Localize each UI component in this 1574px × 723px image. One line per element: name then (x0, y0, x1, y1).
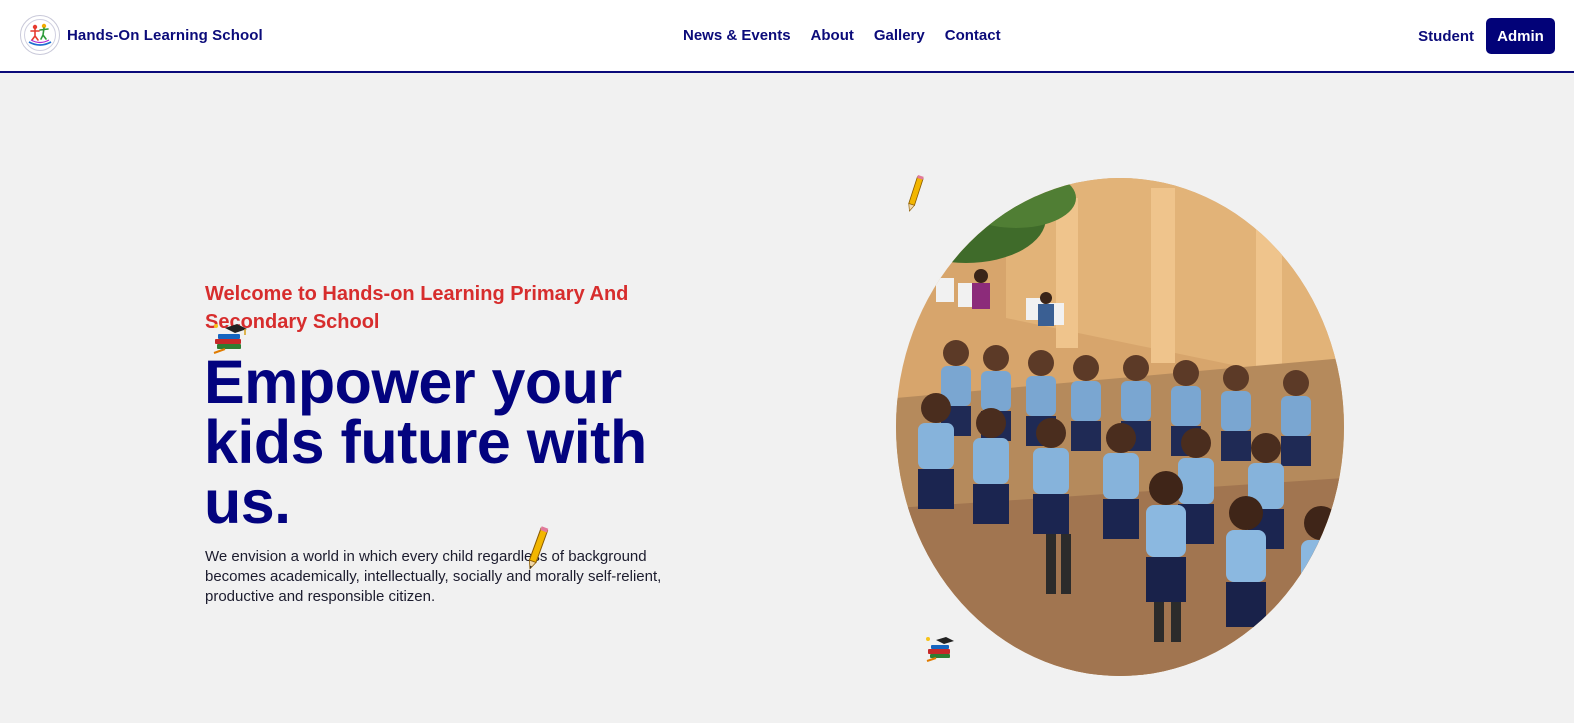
hero-headline: Empower your kids future with us. (204, 348, 647, 536)
pencil-icon (524, 524, 550, 577)
welcome-heading: Welcome to Hands-on Learning Primary And… (205, 283, 629, 333)
books-stack-icon (211, 322, 249, 363)
pencil-small-icon (904, 174, 926, 219)
brand-home-link[interactable]: Hands-On Learning School (20, 15, 263, 55)
nav-link-gallery[interactable]: Gallery (874, 27, 925, 44)
student-login-link[interactable]: Student (1418, 28, 1474, 45)
school-children-photo (896, 178, 1344, 676)
nav-link-about[interactable]: About (811, 27, 854, 44)
auth-actions: Student Admin (1418, 18, 1555, 54)
top-navbar: Hands-On Learning School News & Events A… (0, 0, 1574, 73)
main-menu: News & Events About Gallery Contact (683, 27, 1001, 44)
nav-link-contact[interactable]: Contact (945, 27, 1001, 44)
books-small-icon (924, 634, 956, 671)
brand-name: Hands-On Learning School (67, 26, 263, 44)
hero-description: We envision a world in which every child… (205, 548, 662, 605)
school-logo-icon (20, 15, 60, 55)
admin-login-button[interactable]: Admin (1486, 18, 1555, 54)
nav-link-news-events[interactable]: News & Events (683, 27, 791, 44)
